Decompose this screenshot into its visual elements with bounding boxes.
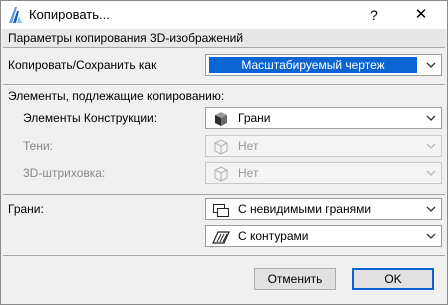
divider <box>3 194 445 195</box>
copy-save-label: Копировать/Сохранить как <box>8 58 157 72</box>
cancel-button[interactable]: Отменить <box>254 268 336 290</box>
help-button[interactable]: ? <box>363 5 385 25</box>
elements-section-label: Элементы, подлежащие копированию: <box>8 89 225 103</box>
chevron-down-icon <box>426 62 436 68</box>
structure-elements-select[interactable]: Грани <box>205 107 442 129</box>
wire-cube-icon <box>214 166 228 182</box>
copy-save-select[interactable]: Масштабируемый чертеж <box>205 54 442 76</box>
faces-label: Грани: <box>8 202 44 216</box>
outline-icon <box>212 231 230 244</box>
hidden-faces-icon <box>213 204 229 217</box>
ok-button[interactable]: OK <box>352 268 434 290</box>
structure-elements-value: Грани <box>238 111 271 125</box>
window-title: Копировать... <box>29 7 110 22</box>
shadows-select[interactable]: Нет <box>205 135 442 157</box>
divider <box>3 84 445 85</box>
dialog-header-text: Параметры копирования 3D-изображений <box>8 31 244 45</box>
chevron-down-icon <box>426 206 436 212</box>
3d-hatching-select[interactable]: Нет <box>205 162 442 184</box>
dialog-header: Параметры копирования 3D-изображений <box>2 29 446 47</box>
close-button[interactable]: ✕ <box>409 5 433 25</box>
chevron-down-icon <box>426 170 436 176</box>
shadows-value: Нет <box>238 139 259 153</box>
app-logo-icon <box>9 7 22 23</box>
solid-cube-icon <box>215 112 227 126</box>
chevron-down-icon <box>426 143 436 149</box>
shadows-label: Тени: <box>23 139 53 153</box>
divider <box>3 255 445 256</box>
hidden-faces-select[interactable]: С невидимыми гранями <box>205 198 442 220</box>
chevron-down-icon <box>426 233 436 239</box>
chevron-down-icon <box>426 115 436 121</box>
hidden-faces-value: С невидимыми гранями <box>238 202 372 216</box>
outline-value: С контурами <box>238 229 309 243</box>
title-bar: Копировать... ? ✕ <box>1 1 447 29</box>
3d-hatching-value: Нет <box>238 166 259 180</box>
structure-elements-label: Элементы Конструкции: <box>23 111 158 125</box>
wire-cube-icon <box>214 139 228 155</box>
3d-hatching-label: 3D-штриховка: <box>23 166 106 180</box>
copy-dialog: Копировать... ? ✕ Параметры копирования … <box>0 0 448 305</box>
copy-save-value: Масштабируемый чертеж <box>209 57 417 73</box>
divider <box>3 47 445 48</box>
outline-select[interactable]: С контурами <box>205 225 442 247</box>
